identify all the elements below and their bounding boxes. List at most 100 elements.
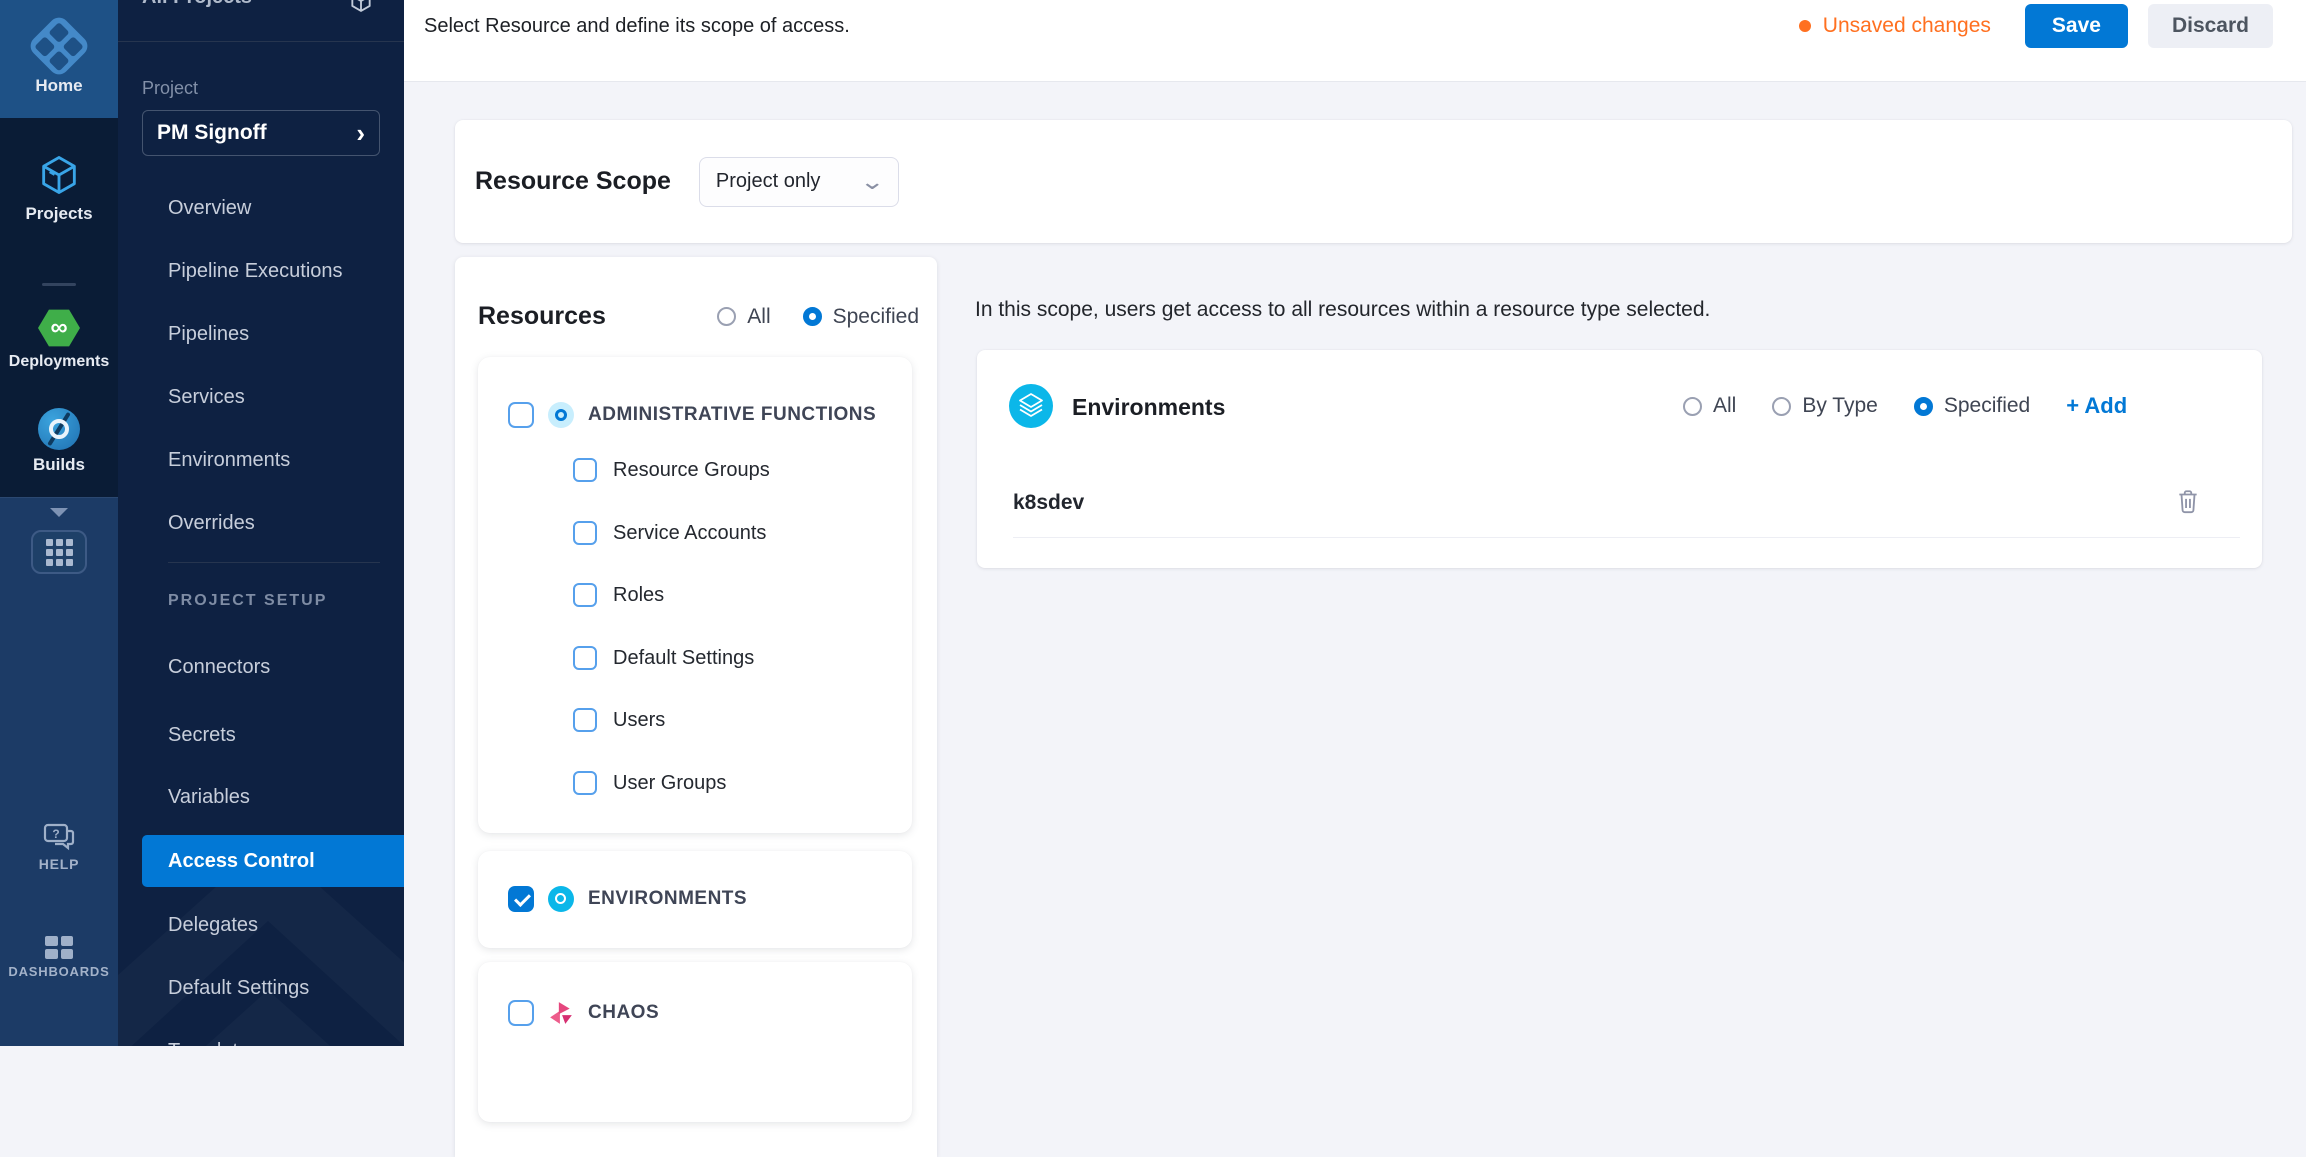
module-rail: Home Projects ∞ Deployments Builds ? HEL… <box>0 0 118 1046</box>
chevron-down-icon[interactable] <box>50 508 68 517</box>
svg-text:?: ? <box>52 827 59 841</box>
rail-item-home[interactable]: Home <box>0 0 118 118</box>
resource-scope-label: Resource Scope <box>475 167 671 196</box>
sidebar-item-overrides[interactable]: Overrides <box>118 501 404 545</box>
main-content: Resource Scope Project only ⌄ Resources … <box>404 82 2306 1046</box>
chaos-group-label: CHAOS <box>588 1000 659 1026</box>
unsaved-changes-indicator: Unsaved changes <box>1799 14 1991 38</box>
project-cube-icon <box>348 0 374 14</box>
sidebar-item-services[interactable]: Services <box>118 375 404 419</box>
sidebar-item-pipeline-executions[interactable]: Pipeline Executions <box>118 249 404 293</box>
chevron-right-icon: › <box>356 123 365 143</box>
project-label: Project <box>142 78 198 99</box>
radio-selected-icon[interactable] <box>803 307 822 326</box>
sidebar-item-variables[interactable]: Variables <box>118 775 404 819</box>
rail-item-deployments[interactable]: ∞ Deployments <box>0 308 118 371</box>
chaos-checkbox[interactable] <box>508 1000 534 1026</box>
resource-scope-select[interactable]: Project only ⌄ <box>699 157 899 207</box>
rail-item-dashboards[interactable]: DASHBOARDS <box>0 936 118 979</box>
user-groups-checkbox[interactable] <box>573 771 597 795</box>
default-settings-checkbox[interactable] <box>573 646 597 670</box>
chaos-icon <box>548 1000 574 1026</box>
all-projects-label: All Projects <box>142 0 252 9</box>
rail-projects-label: Projects <box>25 204 92 224</box>
environments-checkbox[interactable] <box>508 886 534 912</box>
resources-panel: Resources All Specified ADMINISTRATIVE F… <box>455 257 937 1157</box>
scope-hint-text: In this scope, users get access to all r… <box>975 298 1710 322</box>
admin-functions-checkbox[interactable] <box>508 402 534 428</box>
project-sidebar: All Projects Project PM Signoff › Overvi… <box>118 0 404 1046</box>
radio-icon[interactable] <box>717 307 736 326</box>
builds-icon <box>38 408 80 450</box>
env-radio-specified[interactable]: Specified <box>1914 394 2030 418</box>
sidebar-item-environments[interactable]: Environments <box>118 438 404 482</box>
projects-cube-icon <box>36 152 82 198</box>
trash-icon <box>2176 488 2200 514</box>
environments-type-icon <box>1009 384 1053 428</box>
discard-button[interactable]: Discard <box>2148 4 2273 48</box>
home-icon <box>26 13 91 78</box>
resources-radio-all[interactable]: All <box>717 305 770 329</box>
rail-home-label: Home <box>35 76 82 96</box>
chevron-down-icon: ⌄ <box>860 177 886 187</box>
sidebar-top-row[interactable]: All Projects <box>118 0 404 42</box>
add-environment-link[interactable]: + Add <box>2066 393 2127 419</box>
resources-radio-specified[interactable]: Specified <box>803 305 919 329</box>
environment-item-k8sdev: k8sdev <box>1013 490 1084 516</box>
project-selector[interactable]: PM Signoff › <box>142 110 380 156</box>
administrative-functions-icon <box>548 402 574 428</box>
sidebar-item-secrets[interactable]: Secrets <box>118 713 404 757</box>
service-accounts-checkbox[interactable] <box>573 521 597 545</box>
page-header: Select Resource and define its scope of … <box>404 0 2306 82</box>
unsaved-changes-label: Unsaved changes <box>1823 14 1991 38</box>
radio-icon[interactable] <box>1772 397 1791 416</box>
sidebar-item-pipelines[interactable]: Pipelines <box>118 312 404 356</box>
row-divider <box>1013 537 2240 538</box>
roles-checkbox[interactable] <box>573 583 597 607</box>
delete-environment-button[interactable] <box>2174 488 2202 516</box>
roles-label: Roles <box>613 583 664 607</box>
users-label: Users <box>613 708 665 732</box>
admin-functions-label: ADMINISTRATIVE FUNCTIONS <box>588 402 876 428</box>
group-environments: ENVIRONMENTS <box>478 851 912 948</box>
env-radio-all[interactable]: All <box>1683 394 1736 418</box>
save-button[interactable]: Save <box>2025 4 2128 48</box>
group-administrative-functions: ADMINISTRATIVE FUNCTIONS Resource Groups… <box>478 357 912 833</box>
page-title: Select Resource and define its scope of … <box>424 15 850 38</box>
environments-icon <box>548 886 574 912</box>
module-grid-button[interactable] <box>31 530 87 574</box>
rail-deployments-label: Deployments <box>9 353 109 371</box>
sidebar-item-delegates[interactable]: Delegates <box>118 903 404 947</box>
resource-scope-card: Resource Scope Project only ⌄ <box>455 120 2292 243</box>
rail-item-builds[interactable]: Builds <box>0 408 118 475</box>
environments-scope-radios: All By Type Specified + Add <box>1683 393 2127 419</box>
resource-groups-label: Resource Groups <box>613 458 770 482</box>
radio-selected-icon[interactable] <box>1914 397 1933 416</box>
environments-card-title: Environments <box>1072 394 1225 420</box>
deployments-icon: ∞ <box>38 308 80 348</box>
unsaved-dot-icon <box>1799 20 1811 32</box>
user-groups-label: User Groups <box>613 771 726 795</box>
sidebar-item-access-control[interactable]: Access Control <box>142 835 404 887</box>
resource-groups-checkbox[interactable] <box>573 458 597 482</box>
rail-item-help[interactable]: ? HELP <box>0 822 118 872</box>
env-radio-by-type[interactable]: By Type <box>1772 394 1878 418</box>
default-settings-label: Default Settings <box>613 646 754 670</box>
users-checkbox[interactable] <box>573 708 597 732</box>
sidebar-item-connectors[interactable]: Connectors <box>118 645 404 689</box>
radio-icon[interactable] <box>1683 397 1702 416</box>
sidebar-item-default-settings[interactable]: Default Settings <box>118 966 404 1010</box>
resources-title: Resources <box>478 302 606 331</box>
environments-group-label: ENVIRONMENTS <box>588 886 747 912</box>
rail-item-projects[interactable]: Projects <box>0 152 118 224</box>
sidebar-item-templates[interactable]: Templates <box>118 1029 404 1046</box>
resources-header: Resources All Specified <box>478 302 919 331</box>
dashboards-icon <box>45 936 73 959</box>
rail-help-label: HELP <box>39 856 80 872</box>
sidebar-item-overview[interactable]: Overview <box>118 186 404 230</box>
environments-detail-card: Environments All By Type Specified + Add… <box>977 350 2262 568</box>
rail-builds-label: Builds <box>33 455 85 475</box>
help-chat-icon: ? <box>42 822 76 852</box>
sidebar-divider <box>168 562 380 563</box>
resource-scope-value: Project only <box>716 170 821 193</box>
